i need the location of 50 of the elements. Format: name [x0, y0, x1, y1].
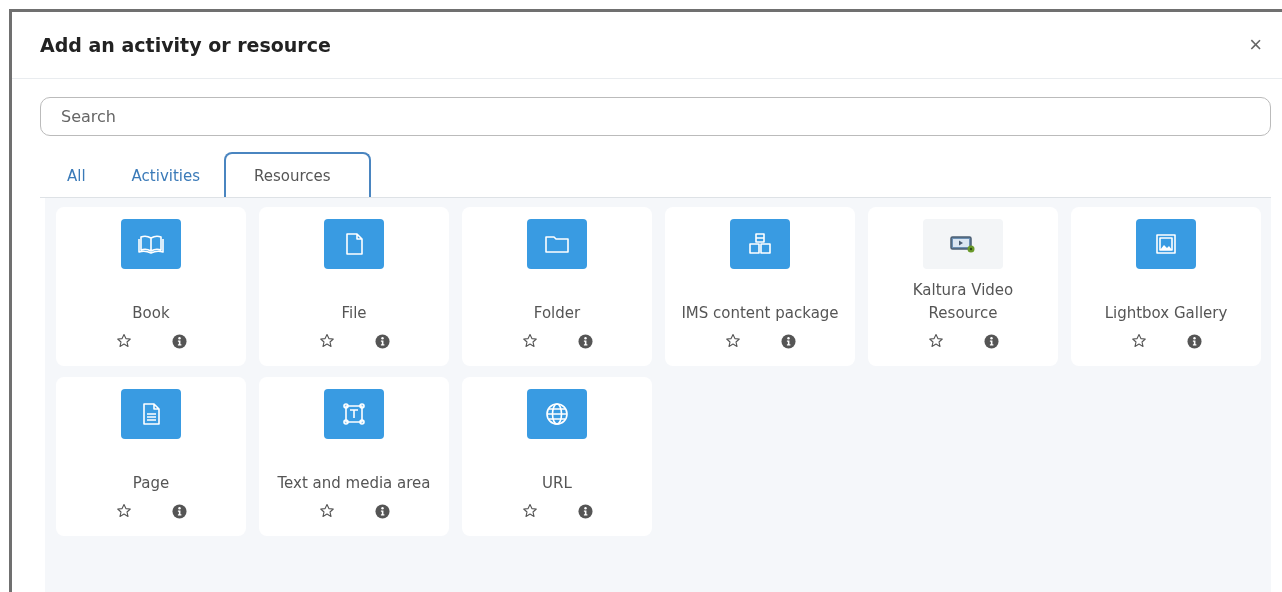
info-icon[interactable] — [577, 333, 593, 349]
activity-card[interactable]: File — [259, 207, 449, 366]
activity-name: File — [341, 303, 367, 324]
dialog-title: Add an activity or resource — [40, 34, 331, 56]
star-icon[interactable] — [1130, 333, 1147, 349]
activity-card[interactable]: IMS content package — [665, 207, 855, 366]
search-field[interactable]: Search — [40, 97, 1271, 136]
activity-name: Book — [132, 303, 170, 324]
info-icon[interactable] — [577, 503, 593, 519]
page-icon — [121, 389, 181, 439]
star-icon[interactable] — [521, 503, 538, 519]
info-icon[interactable] — [983, 333, 999, 349]
activity-name: Text and media area — [277, 473, 431, 494]
activity-name: Folder — [533, 303, 581, 324]
activity-card[interactable]: Folder — [462, 207, 652, 366]
folder-icon — [527, 219, 587, 269]
activity-name: IMS content package — [681, 303, 839, 324]
info-icon[interactable] — [374, 503, 390, 519]
star-icon[interactable] — [318, 333, 335, 349]
close-button[interactable]: × — [1245, 32, 1266, 58]
boxes-icon — [730, 219, 790, 269]
activity-card[interactable]: URL — [462, 377, 652, 536]
book-icon — [121, 219, 181, 269]
text-box-icon — [324, 389, 384, 439]
tab[interactable]: All — [45, 152, 108, 197]
star-icon[interactable] — [318, 503, 335, 519]
document-icon — [324, 219, 384, 269]
activity-name: Lightbox Gallery — [1104, 303, 1228, 324]
info-icon[interactable] — [374, 333, 390, 349]
star-icon[interactable] — [724, 333, 741, 349]
activity-name: URL — [542, 473, 572, 494]
info-icon[interactable] — [171, 333, 187, 349]
activity-card[interactable]: Book — [56, 207, 246, 366]
activity-name: Page — [132, 473, 170, 494]
info-icon[interactable] — [780, 333, 796, 349]
star-icon[interactable] — [115, 503, 132, 519]
tab[interactable]: Activities — [109, 152, 223, 197]
star-icon[interactable] — [115, 333, 132, 349]
activity-card[interactable]: Lightbox Gallery — [1071, 207, 1261, 366]
activity-card[interactable]: Text and media area — [259, 377, 449, 536]
image-icon — [1136, 219, 1196, 269]
info-icon[interactable] — [171, 503, 187, 519]
star-icon[interactable] — [927, 333, 944, 349]
activity-name: Kaltura Video Resource — [911, 280, 1015, 324]
activity-card[interactable]: Page — [56, 377, 246, 536]
video-player-icon — [923, 219, 1003, 269]
star-icon[interactable] — [521, 333, 538, 349]
info-icon[interactable] — [1186, 333, 1202, 349]
globe-icon — [527, 389, 587, 439]
activity-card[interactable]: Kaltura Video Resource — [868, 207, 1058, 366]
